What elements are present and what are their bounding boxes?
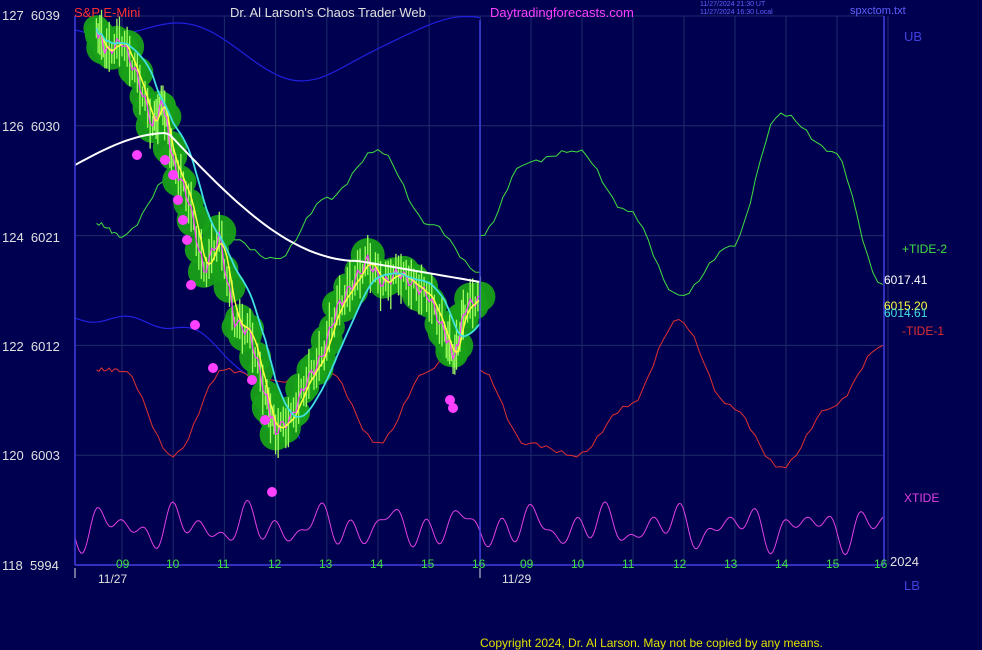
x-hour-13: 13 xyxy=(319,557,333,571)
x-hour-12-d2: 12 xyxy=(673,557,687,571)
tide1-line-day2 xyxy=(479,319,884,469)
cyan-ma-line xyxy=(95,27,482,418)
year-label: 2024 xyxy=(890,554,919,569)
tide2-line-day1 xyxy=(96,149,481,273)
y-label-5994: 118 5994 xyxy=(2,558,59,573)
signal-dot xyxy=(247,375,257,385)
signal-dot xyxy=(132,150,142,160)
timestamp-local: 11/27/2024 16:30 Local xyxy=(700,9,773,16)
ub-label: UB xyxy=(904,29,923,44)
y-label-6021: 124 6021 xyxy=(2,230,60,245)
x-hour-12: 12 xyxy=(268,557,282,571)
signal-dot xyxy=(173,195,183,205)
signal-dot xyxy=(186,280,196,290)
signal-dot xyxy=(178,215,188,225)
xtide-line xyxy=(74,499,884,556)
y-label-6012: 122 6012 xyxy=(2,339,60,354)
x-hour-16: 16 xyxy=(472,557,486,571)
signal-dot xyxy=(448,403,458,413)
copyright-footer: Copyright 2024, Dr. Al Larson. May not b… xyxy=(480,636,823,650)
signal-dot xyxy=(168,170,178,180)
x-hour-11-d2: 11 xyxy=(622,557,635,571)
author-title: Dr. Al Larson's Chaos Trader Web xyxy=(230,5,426,20)
tide2-label: +TIDE-2 xyxy=(902,242,948,256)
x-hour-09-d2: 09 xyxy=(520,557,534,571)
signal-dot xyxy=(267,487,277,497)
x-hour-13-d2: 13 xyxy=(724,557,738,571)
volatility-bubbles xyxy=(83,15,496,451)
price-cyan-label: 6014.61 xyxy=(884,306,928,320)
tide2-line-day2 xyxy=(479,112,884,296)
lb-label: LB xyxy=(904,578,920,593)
chart-axes xyxy=(74,16,885,578)
x-hour-10: 10 xyxy=(166,557,180,571)
x-hour-14: 14 xyxy=(370,557,384,571)
y-label-6003: 120 6003 xyxy=(2,448,60,463)
y-label-6030: 126 6030 xyxy=(2,119,60,134)
date-label-1: 11/27 xyxy=(98,572,128,586)
yellow-ma-line xyxy=(95,27,481,429)
signal-dot xyxy=(160,155,170,165)
y-label-6039: 127 6039 xyxy=(2,8,60,23)
tide1-label: -TIDE-1 xyxy=(902,324,944,338)
price-line xyxy=(95,28,481,435)
timestamp-ut: 11/27/2024 21:30 UT xyxy=(700,1,766,8)
signal-dots xyxy=(132,150,458,497)
filename: spxctom.txt xyxy=(850,5,906,17)
x-hour-11: 11 xyxy=(217,557,230,571)
chart-canvas xyxy=(74,9,889,578)
x-hour-09: 09 xyxy=(116,557,130,571)
x-hour-15-d2: 15 xyxy=(826,557,840,571)
xtide-label: XTIDE xyxy=(904,491,940,505)
x-hour-16-d2: 16 xyxy=(874,557,888,571)
x-hour-10-d2: 10 xyxy=(571,557,585,571)
instrument-title: S&P E-Mini xyxy=(74,5,141,20)
site-link[interactable]: Daytradingforecasts.com xyxy=(490,6,634,20)
signal-dot xyxy=(190,320,200,330)
signal-dot xyxy=(208,363,218,373)
signal-dot xyxy=(182,235,192,245)
date-label-2: 11/29 xyxy=(502,572,532,586)
x-hour-14-d2: 14 xyxy=(775,557,789,571)
price-white-label: 6017.41 xyxy=(884,273,928,287)
x-hour-15: 15 xyxy=(421,557,435,571)
signal-dot xyxy=(260,415,270,425)
